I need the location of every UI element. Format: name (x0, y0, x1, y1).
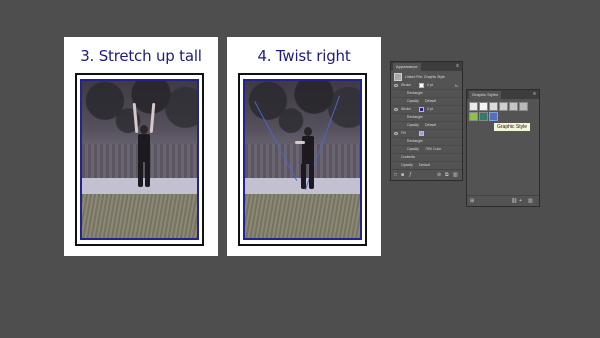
tooltip: Graphic Style (493, 122, 532, 132)
new-style-icon[interactable]: + (519, 199, 524, 204)
style-swatch[interactable] (479, 102, 488, 111)
clear-icon[interactable]: ⊘ (437, 173, 442, 178)
duplicate-icon[interactable]: ⧉ (445, 173, 450, 178)
tab-graphic-styles[interactable]: Graphic Styles (469, 91, 502, 99)
add-stroke-icon[interactable]: □ (394, 173, 399, 178)
appearance-row[interactable]: Rectangle (391, 138, 462, 146)
appearance-row[interactable]: Stroke 0 pt (391, 106, 462, 114)
trash-icon[interactable]: ▥ (453, 173, 458, 178)
stroke-swatch[interactable] (419, 83, 424, 88)
visibility-eye-icon[interactable] (394, 108, 398, 111)
panel-menu-icon[interactable]: ≡ (533, 91, 536, 97)
appearance-row[interactable]: Stroke 0 pt fx (391, 82, 462, 90)
artboard-title: 3. Stretch up tall (80, 47, 202, 65)
photo-inner-border (80, 79, 199, 240)
appearance-panel: Appearance ≡ Linked File: Graphic Style … (390, 61, 463, 181)
style-swatch-selected[interactable] (489, 112, 498, 121)
panel-footer: □ ■ ƒ ⊘ ⧉ ▥ (391, 169, 462, 180)
photo-frame[interactable] (238, 73, 367, 246)
graphic-styles-panel: Graphic Styles ≡ ⊞ ⛓ + ▥ (466, 89, 540, 207)
object-name: Linked File: Graphic Style (405, 75, 445, 79)
photo-frame[interactable] (75, 73, 204, 246)
style-swatch[interactable] (489, 102, 498, 111)
style-swatch[interactable] (519, 102, 528, 111)
panel-menu-icon[interactable]: ≡ (456, 63, 459, 69)
style-swatch-default[interactable] (469, 102, 478, 111)
break-link-icon[interactable]: ⛓ (511, 199, 517, 204)
style-swatches (469, 102, 537, 121)
backyard-photo (245, 81, 360, 238)
artboard-title: 4. Twist right (257, 47, 351, 65)
appearance-row[interactable]: Contents (391, 154, 462, 162)
appearance-row[interactable]: Opacity 75% Color (391, 146, 462, 154)
appearance-row[interactable]: Fill (391, 130, 462, 138)
tab-appearance[interactable]: Appearance (393, 63, 421, 71)
fx-icon[interactable]: ƒ (409, 173, 414, 178)
panel-footer: ⊞ ⛓ + ▥ (467, 195, 539, 206)
backyard-photo (82, 81, 197, 238)
artboard-stretch: 3. Stretch up tall (64, 37, 218, 256)
appearance-row[interactable]: Opacity Default (391, 122, 462, 130)
artboard-twist: 4. Twist right (227, 37, 381, 256)
appearance-row[interactable]: Opacity Default (391, 98, 462, 106)
appearance-row[interactable]: Rectangle (391, 114, 462, 122)
object-thumbnail (394, 73, 402, 81)
photo-inner-border (243, 79, 362, 240)
style-swatch[interactable] (479, 112, 488, 121)
appearance-row[interactable]: Rectangle (391, 90, 462, 98)
style-swatch[interactable] (469, 112, 478, 121)
libraries-icon[interactable]: ⊞ (470, 199, 475, 204)
style-swatch[interactable] (499, 102, 508, 111)
visibility-eye-icon[interactable] (394, 84, 398, 87)
fx-icon[interactable]: fx (455, 82, 458, 89)
visibility-eye-icon[interactable] (394, 132, 398, 135)
style-swatch[interactable] (509, 102, 518, 111)
add-fill-icon[interactable]: ■ (401, 173, 406, 178)
stroke-swatch[interactable] (419, 107, 424, 112)
trash-icon[interactable]: ▥ (528, 199, 533, 204)
woman-figure (293, 127, 321, 227)
woman-figure (132, 97, 156, 217)
fill-swatch[interactable] (419, 131, 424, 136)
